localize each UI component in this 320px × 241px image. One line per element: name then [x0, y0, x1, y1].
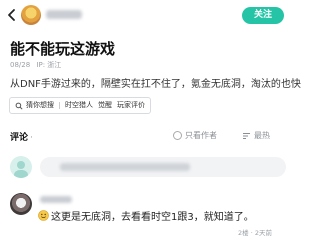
my-avatar: [10, 156, 32, 178]
comment-body: 这更是无底洞，去看看时空1跟3，就知道了。: [51, 212, 254, 223]
follow-button[interactable]: 关注: [242, 7, 284, 24]
author-name-redacted[interactable]: [46, 10, 82, 19]
only-author-label: 只看作者: [185, 131, 217, 140]
comments-title-text: 评论: [10, 133, 29, 143]
comment-meta: 2楼 · 2天前: [238, 229, 272, 237]
back-chevron-icon[interactable]: [6, 8, 18, 22]
tag-item[interactable]: 觉醒: [98, 98, 112, 113]
only-author-toggle[interactable]: 只看作者: [173, 130, 217, 141]
comment-text: 这更是无底洞，去看看时空1跟3，就知道了。: [38, 208, 254, 223]
sort-toggle[interactable]: 最热: [242, 130, 270, 141]
comments-title-dot: ·: [30, 133, 33, 143]
tag-item[interactable]: 玩家评价: [117, 98, 145, 113]
tag-divider: [59, 102, 60, 109]
comments-title: 评论 ·: [10, 130, 33, 143]
radio-circle-icon: [173, 131, 182, 140]
commenter-name-redacted[interactable]: [40, 196, 72, 203]
post-location: IP: 浙江: [36, 61, 62, 69]
tag-item[interactable]: 时空猎人: [65, 98, 93, 113]
smile-emoji-icon: [38, 210, 49, 221]
post-meta: 08/28 IP: 浙江: [10, 60, 65, 70]
tag-label: 猜你想搜: [26, 101, 54, 109]
sort-label: 最热: [254, 131, 270, 140]
commenter-avatar[interactable]: [10, 193, 32, 215]
search-icon: [15, 102, 23, 110]
related-search-tags: 猜你想搜 时空猎人 觉醒 玩家评价: [9, 97, 151, 114]
post-title: 能不能玩这游戏: [10, 40, 116, 58]
post-body: 从DNF手游过来的，隔壁实在扛不住了，氪金无底洞，淘汰的也快: [10, 79, 301, 90]
author-avatar[interactable]: [21, 5, 41, 25]
comment-input-placeholder-redacted: [60, 163, 190, 171]
sort-icon: [243, 132, 250, 139]
user-icon: [14, 161, 28, 178]
post-date: 08/28: [10, 61, 31, 69]
